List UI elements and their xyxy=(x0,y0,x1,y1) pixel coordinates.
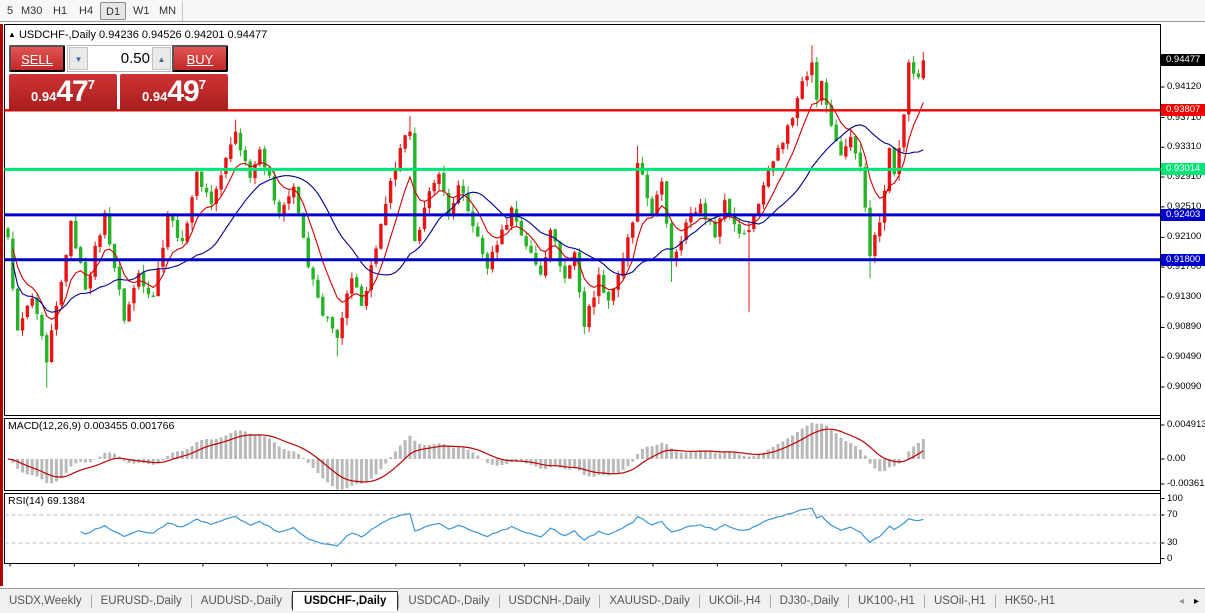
window-active-strip xyxy=(0,24,3,586)
macd-tick-label: -0.00361 xyxy=(1167,478,1205,489)
price-level-badge: 0.94477 xyxy=(1161,54,1205,66)
macd-indicator-label: MACD(12,26,9) 0.003455 0.001766 xyxy=(8,420,174,432)
tab-scroll-left-icon[interactable]: ◂ xyxy=(1179,596,1184,607)
timeframe-button-mn[interactable]: MN xyxy=(154,2,181,20)
sell-price-box[interactable]: 0.94477 xyxy=(9,74,117,111)
rsi-tick-label: 100 xyxy=(1167,493,1183,504)
macd-tick-label: 0.004913 xyxy=(1167,419,1205,430)
mt4-terminal: 5M30H1H4D1W1MN ▲ USDCHF-,Daily 0.94236 0… xyxy=(0,0,1205,613)
price-level-badge: 0.93807 xyxy=(1161,104,1205,116)
price-tick-label: 0.91300 xyxy=(1167,291,1201,302)
tab-scroll-right-icon[interactable]: ▸ xyxy=(1194,596,1199,607)
volume-spinner: ▼ ▲ xyxy=(67,45,173,72)
price-tick-label: 0.94120 xyxy=(1167,81,1201,92)
volume-decrease-button[interactable]: ▼ xyxy=(69,47,88,70)
price-level-badge: 0.93014 xyxy=(1161,163,1205,175)
chart-tab-eurusddaily[interactable]: EURUSD-,Daily xyxy=(92,592,191,610)
timeframe-button-h4[interactable]: H4 xyxy=(74,2,98,20)
chart-ohlc-values: 0.94236 0.94526 0.94201 0.94477 xyxy=(99,29,267,41)
sell-price-prefix: 0.94 xyxy=(31,89,56,104)
chart-tab-usdcaddaily[interactable]: USDCAD-,Daily xyxy=(399,592,498,610)
sell-price-pip: 7 xyxy=(88,77,95,92)
timeframe-button-d1[interactable]: D1 xyxy=(100,2,126,20)
toolbar-separator xyxy=(182,1,183,21)
rsi-tick-label: 30 xyxy=(1167,537,1178,548)
chart-tab-xauusddaily[interactable]: XAUUSD-,Daily xyxy=(600,592,699,610)
chart-tab-usdcnhdaily[interactable]: USDCNH-,Daily xyxy=(500,592,600,610)
buy-price-prefix: 0.94 xyxy=(142,89,167,104)
timeframe-toolbar: 5M30H1H4D1W1MN xyxy=(0,0,1205,22)
price-tick-label: 0.93310 xyxy=(1167,141,1201,152)
chart-symbol-label: USDCHF-,Daily xyxy=(19,29,96,41)
one-click-trading-panel: SELL ▼ ▲ BUY 0.94477 0.94497 xyxy=(9,45,228,125)
price-level-badge: 0.92403 xyxy=(1161,209,1205,221)
price-tick-label: 0.90890 xyxy=(1167,321,1201,332)
volume-increase-button[interactable]: ▲ xyxy=(152,47,171,70)
buy-button[interactable]: BUY xyxy=(172,45,228,72)
chart-tab-audusddaily[interactable]: AUDUSD-,Daily xyxy=(192,592,291,610)
chart-tab-usdxweekly[interactable]: USDX,Weekly xyxy=(0,592,91,610)
chart-tab-usdchfdaily[interactable]: USDCHF-,Daily xyxy=(292,591,398,611)
price-tick-label: 0.90090 xyxy=(1167,381,1201,392)
rsi-tick-label: 70 xyxy=(1167,509,1178,520)
chart-tab-dj30daily[interactable]: DJ30-,Daily xyxy=(771,592,848,610)
symbol-tab-bar: USDX,WeeklyEURUSD-,DailyAUDUSD-,DailyUSD… xyxy=(0,588,1205,613)
buy-price-pip: 7 xyxy=(199,77,206,92)
price-tick-label: 0.92100 xyxy=(1167,231,1201,242)
chart-title: ▲ USDCHF-,Daily 0.94236 0.94526 0.94201 … xyxy=(8,29,267,41)
price-level-badge: 0.91800 xyxy=(1161,254,1205,266)
price-tick-label: 0.90490 xyxy=(1167,351,1201,362)
sell-price-main: 47 xyxy=(56,75,87,108)
chart-tab-ukoilh4[interactable]: UKOil-,H4 xyxy=(700,592,770,610)
buy-price-box[interactable]: 0.94497 xyxy=(120,74,228,111)
chart-tab-usoilh1[interactable]: USOil-,H1 xyxy=(925,592,995,610)
macd-tick-label: 0.00 xyxy=(1167,453,1186,464)
volume-input[interactable] xyxy=(90,47,150,70)
timeframe-button-w1[interactable]: W1 xyxy=(128,2,155,20)
tab-scroll-arrows: ◂▸ xyxy=(1179,596,1205,607)
rsi-indicator-label: RSI(14) 69.1384 xyxy=(8,495,85,507)
buy-price-main: 49 xyxy=(167,75,198,108)
chart-tab-hk50h1[interactable]: HK50-,H1 xyxy=(996,592,1065,610)
chart-window: ▲ USDCHF-,Daily 0.94236 0.94526 0.94201 … xyxy=(0,23,1205,587)
rsi-tick-label: 0 xyxy=(1167,553,1172,564)
timeframe-button-m30[interactable]: M30 xyxy=(16,2,47,20)
sell-button[interactable]: SELL xyxy=(9,45,65,72)
rsi-panel-frame xyxy=(5,494,1161,564)
timeframe-button-h1[interactable]: H1 xyxy=(48,2,72,20)
collapse-triangle-icon[interactable]: ▲ xyxy=(8,30,16,39)
chart-tab-uk100h1[interactable]: UK100-,H1 xyxy=(849,592,924,610)
